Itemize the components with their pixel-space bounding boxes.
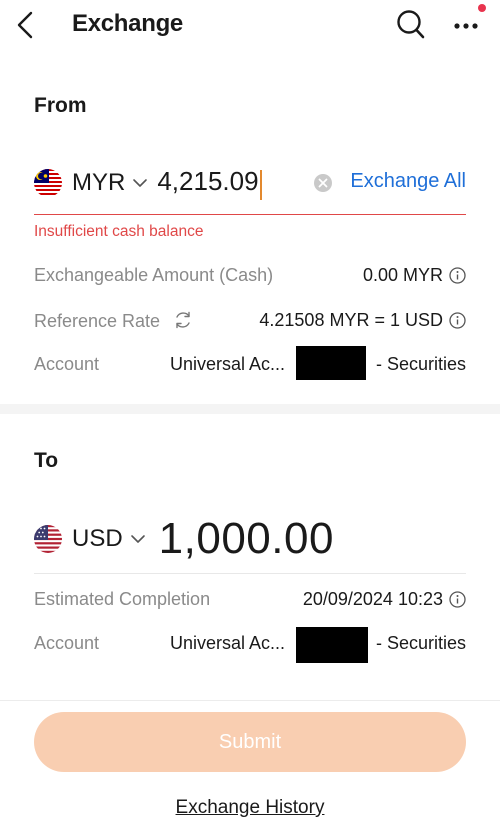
completion-value: 20/09/2024 10:23 xyxy=(302,589,443,609)
exchange-screen: Exchange From MYR 4,215.09 Exchange All … xyxy=(0,0,500,838)
clear-input-icon[interactable] xyxy=(312,172,334,194)
footer-divider xyxy=(0,700,500,701)
info-icon[interactable] xyxy=(449,591,466,608)
redacted-block xyxy=(296,346,366,380)
exchangeable-value: 0.00 MYR xyxy=(362,265,443,285)
us-flag-icon xyxy=(34,525,62,553)
to-account-name[interactable]: Universal Ac... xyxy=(170,633,285,654)
page-title: Exchange xyxy=(72,10,183,37)
rate-value-wrap: 4.21508 MYR = 1 USD xyxy=(259,310,466,331)
estimated-completion-row: Estimated Completion 20/09/2024 10:23 xyxy=(34,589,466,615)
header-bar: Exchange xyxy=(0,0,500,50)
from-account-name[interactable]: Universal Ac... xyxy=(170,354,285,375)
chevron-down-icon[interactable] xyxy=(129,530,147,548)
to-divider xyxy=(34,573,466,574)
from-amount-input[interactable]: 4,215.09 xyxy=(157,165,262,201)
to-account-row: Account Universal Ac... - Securities xyxy=(34,627,466,663)
malaysia-flag-icon xyxy=(34,169,62,197)
reference-rate-row: Reference Rate 4.21508 MYR = 1 USD xyxy=(34,310,466,336)
error-message: Insufficient cash balance xyxy=(34,223,204,240)
to-account-suffix: - Securities xyxy=(375,633,466,653)
chevron-left-icon xyxy=(17,11,33,39)
exchangeable-label: Exchangeable Amount (Cash) xyxy=(34,265,274,285)
to-currency-row: USD 1,000.00 xyxy=(34,512,466,566)
info-icon[interactable] xyxy=(449,267,466,284)
section-separator xyxy=(0,404,500,414)
rate-label-wrap: Reference Rate xyxy=(34,310,193,332)
to-section-title: To xyxy=(34,449,59,472)
info-icon[interactable] xyxy=(449,312,466,329)
from-currency-row: MYR 4,215.09 Exchange All xyxy=(34,165,466,201)
to-amount-value[interactable]: 1,000.00 xyxy=(159,514,334,564)
from-currency-code[interactable]: MYR xyxy=(72,169,125,197)
from-account-label: Account xyxy=(34,354,100,374)
rate-label: Reference Rate xyxy=(34,311,161,331)
exchange-history-link[interactable]: Exchange History xyxy=(0,797,500,819)
from-account-suffix: - Securities xyxy=(375,354,466,374)
redacted-block xyxy=(296,627,368,663)
search-icon xyxy=(397,10,425,39)
search-button[interactable] xyxy=(396,8,426,40)
from-section-title: From xyxy=(34,94,87,117)
completion-value-wrap: 20/09/2024 10:23 xyxy=(303,589,466,610)
from-account-row: Account Universal Ac... - Securities xyxy=(34,346,466,380)
exchange-all-button[interactable]: Exchange All xyxy=(350,170,466,193)
from-amount-value: 4,215.09 xyxy=(157,165,259,196)
back-button[interactable] xyxy=(14,10,38,40)
text-cursor xyxy=(259,170,262,201)
refresh-icon[interactable] xyxy=(173,310,193,330)
to-currency-code[interactable]: USD xyxy=(72,525,123,553)
chevron-down-icon[interactable] xyxy=(131,174,149,192)
more-options-button[interactable] xyxy=(452,8,486,40)
rate-value: 4.21508 MYR = 1 USD xyxy=(259,310,443,330)
exchangeable-value-wrap: 0.00 MYR xyxy=(363,265,466,286)
from-input-underline xyxy=(34,214,466,215)
completion-label: Estimated Completion xyxy=(34,589,211,609)
to-account-label: Account xyxy=(34,633,100,653)
submit-button[interactable]: Submit xyxy=(34,712,466,772)
notification-dot xyxy=(478,4,486,12)
more-horizontal-icon xyxy=(454,23,478,29)
exchangeable-amount-row: Exchangeable Amount (Cash) 0.00 MYR xyxy=(34,265,466,291)
